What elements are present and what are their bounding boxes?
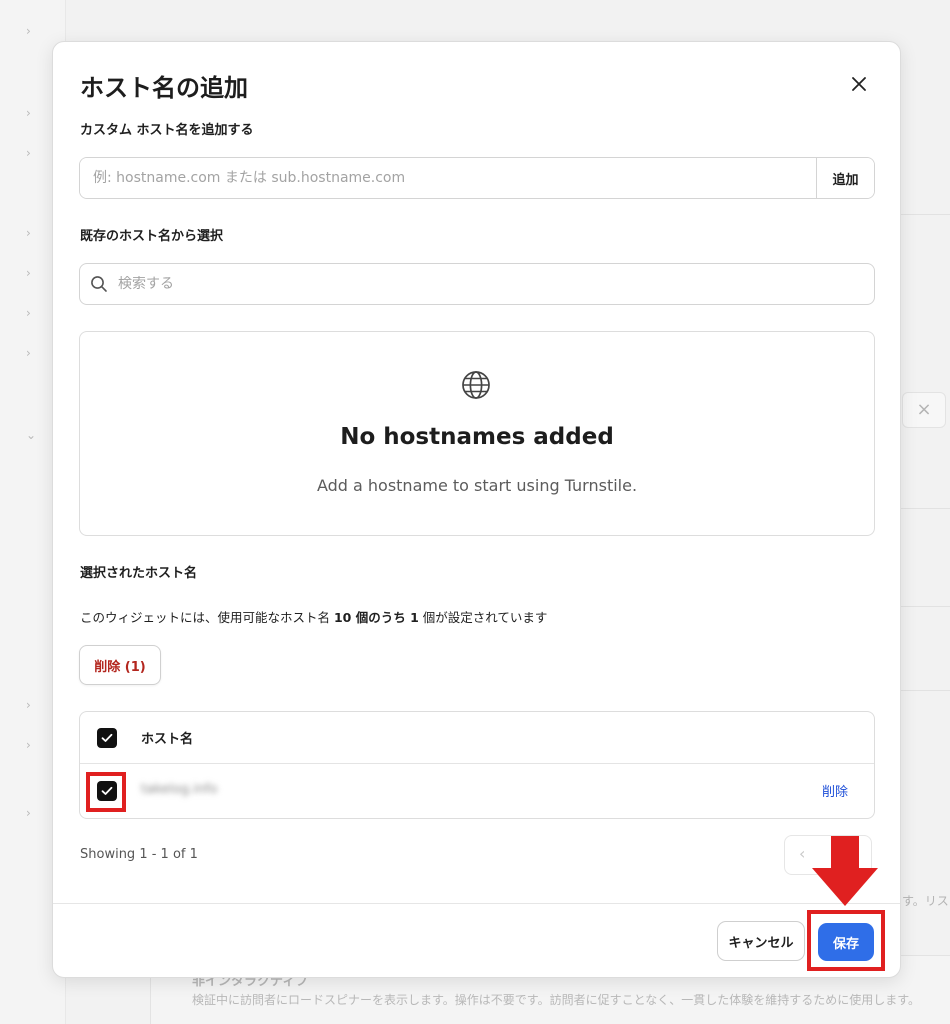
table-row: takelog.info 削除 bbox=[80, 764, 874, 818]
hostname-column-header: ホスト名 bbox=[141, 732, 194, 747]
background-divider bbox=[900, 508, 950, 509]
cancel-button[interactable]: キャンセル bbox=[717, 921, 805, 961]
empty-state: No hostnames added Add a hostname to sta… bbox=[79, 331, 875, 536]
pagination-info: Showing 1 - 1 of 1 bbox=[80, 847, 198, 862]
globe-icon bbox=[462, 371, 490, 399]
modal-title: ホスト名の追加 bbox=[80, 74, 248, 102]
chevron-down-icon: ⌄ bbox=[26, 428, 37, 442]
footer-divider bbox=[53, 903, 900, 904]
chevron-right-icon: › bbox=[26, 146, 31, 160]
chevron-right-icon: › bbox=[26, 266, 31, 280]
background-text: す。リスク bbox=[902, 894, 950, 908]
background-divider bbox=[900, 606, 950, 607]
background-close-icon: × bbox=[902, 392, 946, 428]
selected-hostnames-label: 選択されたホスト名 bbox=[80, 566, 198, 581]
chevron-right-icon: › bbox=[26, 306, 31, 320]
chevron-right-icon: › bbox=[26, 24, 31, 38]
chevron-right-icon: › bbox=[26, 106, 31, 120]
chevron-left-icon[interactable]: ‹ bbox=[799, 844, 805, 863]
row-delete-link[interactable]: 削除 bbox=[822, 781, 848, 800]
add-button[interactable]: 追加 bbox=[816, 158, 874, 198]
count-value: 10 個のうち 1 bbox=[333, 610, 419, 625]
select-all-checkbox[interactable] bbox=[97, 728, 117, 748]
highlight-box bbox=[807, 910, 885, 971]
chevron-right-icon: › bbox=[26, 346, 31, 360]
count-suffix: 個が設定されています bbox=[418, 610, 548, 625]
existing-hostname-label: 既存のホスト名から選択 bbox=[80, 229, 224, 244]
search-input[interactable] bbox=[118, 276, 874, 292]
delete-selected-button[interactable]: 削除 (1) bbox=[79, 645, 161, 685]
hostname-input[interactable] bbox=[80, 158, 816, 198]
background-divider bbox=[900, 690, 950, 691]
hostname-cell: takelog.info bbox=[141, 782, 218, 797]
empty-state-description: Add a hostname to start using Turnstile. bbox=[316, 476, 638, 495]
chevron-right-icon: › bbox=[26, 806, 31, 820]
chevron-right-icon: › bbox=[26, 226, 31, 240]
check-icon bbox=[101, 733, 113, 742]
table-header: ホスト名 bbox=[80, 712, 874, 764]
hostname-table: ホスト名 takelog.info 削除 bbox=[79, 711, 875, 819]
hostname-count-text: このウィジェットには、使用可能なホスト名 10 個のうち 1 個が設定されていま… bbox=[80, 607, 547, 626]
search-field bbox=[79, 263, 875, 305]
arrow-down-icon bbox=[812, 836, 878, 906]
close-icon bbox=[852, 77, 866, 91]
count-prefix: このウィジェットには、使用可能なホスト名 bbox=[80, 610, 334, 625]
background-divider bbox=[900, 214, 950, 215]
add-hostname-modal: ホスト名の追加 カスタム ホスト名を追加する 追加 既存のホスト名から選択 No… bbox=[52, 41, 901, 978]
close-button[interactable] bbox=[843, 68, 875, 100]
empty-state-title: No hostnames added bbox=[340, 424, 614, 450]
background-option-description: 検証中に訪問者にロードスピナーを表示します。操作は不要です。訪問者に促すことなく… bbox=[192, 993, 921, 1007]
add-hostname-group: 追加 bbox=[79, 157, 875, 199]
search-icon bbox=[80, 275, 118, 293]
chevron-right-icon: › bbox=[26, 738, 31, 752]
highlight-box bbox=[86, 772, 126, 812]
chevron-right-icon: › bbox=[26, 698, 31, 712]
custom-hostname-label: カスタム ホスト名を追加する bbox=[80, 123, 254, 138]
